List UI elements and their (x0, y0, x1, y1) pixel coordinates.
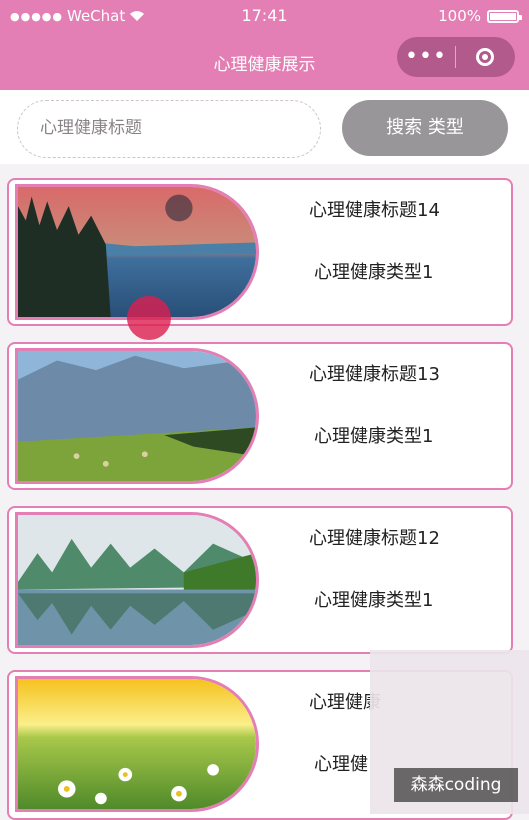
card-title: 心理健康标题12 (309, 528, 440, 549)
battery-icon (487, 9, 522, 23)
status-bar: ●●●●● WeChat 17:41 100% (0, 0, 529, 32)
card-type: 心理健 (314, 754, 368, 775)
mountain-meadow-image (15, 348, 259, 484)
battery-group: 100% (438, 7, 522, 25)
list-item[interactable]: 心理健康标题14 心理健康类型1 (7, 178, 513, 326)
nav-bar: 心理健康展示 ••• (0, 32, 529, 90)
close-mini-program-button[interactable] (456, 48, 514, 66)
karst-river-image (15, 512, 259, 648)
card-title: 心理健康标题13 (309, 364, 440, 385)
touch-indicator (127, 296, 171, 340)
card-type: 心理健康类型1 (314, 590, 434, 611)
card-type: 心理健康类型1 (314, 262, 434, 283)
card-title: 心理健康标题14 (309, 200, 440, 221)
mini-program-capsule: ••• (397, 37, 515, 77)
card-type: 心理健康类型1 (314, 426, 434, 447)
more-options-icon[interactable]: ••• (397, 46, 455, 68)
search-type-button[interactable]: 搜索 类型 (342, 100, 508, 156)
list-item[interactable]: 心理健康标题13 心理健康类型1 (7, 342, 513, 490)
search-area: 心理健康标题 搜索 类型 (0, 90, 529, 164)
search-input[interactable]: 心理健康标题 (17, 100, 321, 158)
target-icon (476, 48, 494, 66)
list-item[interactable]: 心理健康标题12 心理健康类型1 (7, 506, 513, 654)
battery-percent: 100% (438, 7, 481, 25)
watermark: 森森coding (394, 768, 518, 802)
daisy-field-image (15, 676, 259, 812)
